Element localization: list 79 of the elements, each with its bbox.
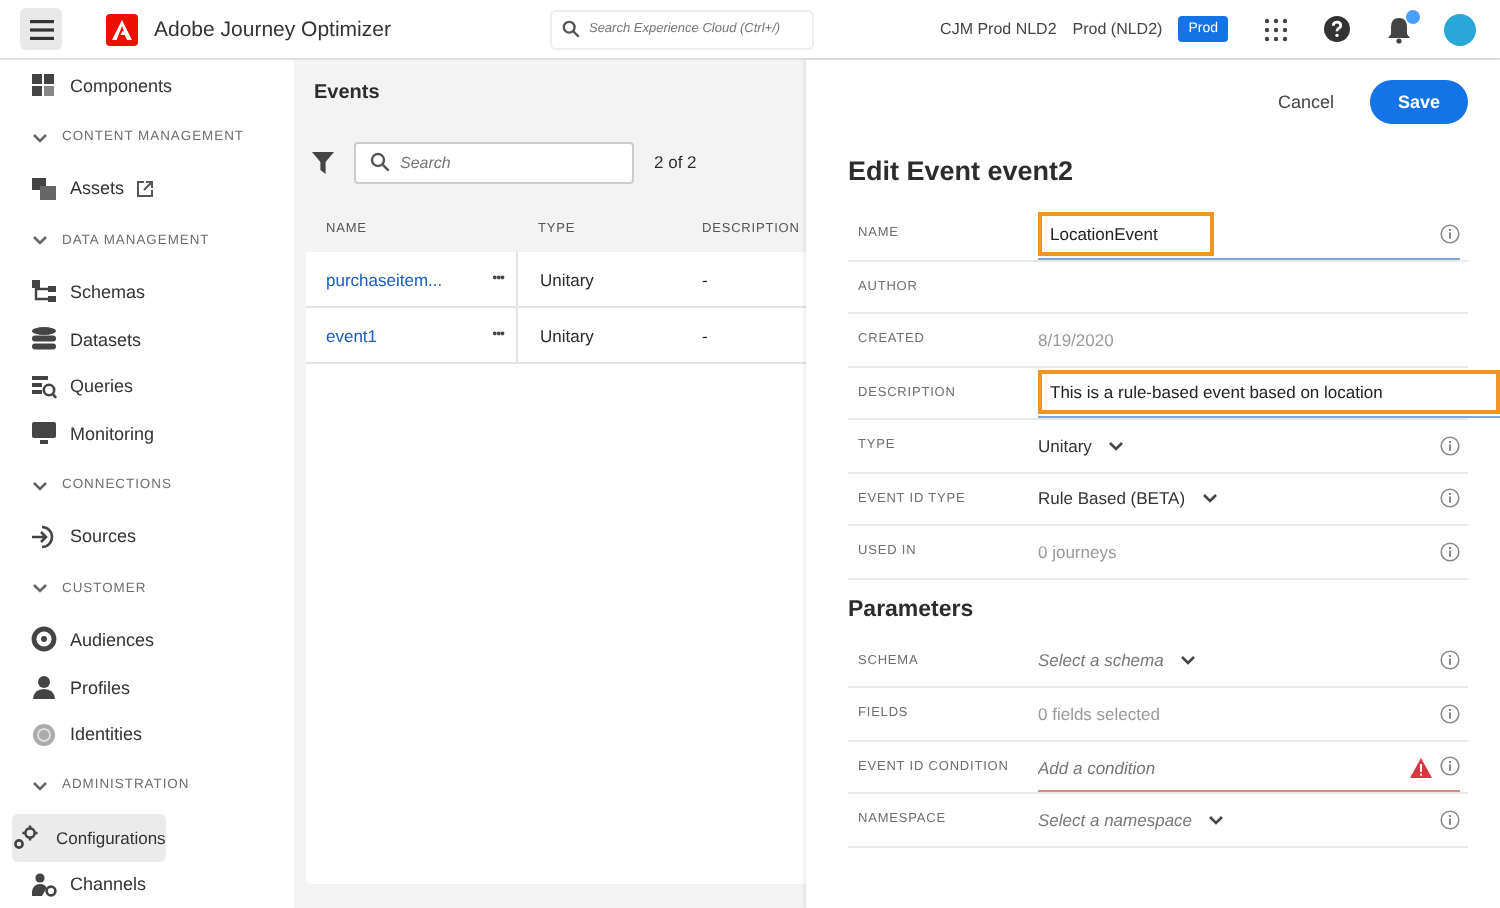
save-button[interactable]: Save [1369, 80, 1468, 124]
highlight-frame[interactable]: LocationEvent [1038, 211, 1214, 256]
nav-item[interactable]: Schemas [12, 268, 278, 316]
tree-icon [30, 278, 58, 305]
field-value: 8/19/2020 [1038, 329, 1114, 350]
chevron-icon [32, 479, 48, 492]
highlight-frame[interactable]: This is a rule-based event based on location [1038, 370, 1500, 415]
globe-icon [30, 721, 58, 748]
info-icon[interactable] [1440, 703, 1460, 724]
info-icon[interactable] [1440, 650, 1460, 671]
nav-item[interactable]: Configurations [12, 813, 166, 862]
circle-icon [30, 626, 58, 653]
nav-item[interactable]: Components [12, 62, 278, 110]
chevron-icon [32, 582, 48, 595]
nav-item[interactable]: Identities [12, 710, 278, 758]
result-count: 2 of 2 [654, 152, 697, 172]
apps-grid-icon[interactable] [1264, 17, 1288, 41]
database-icon [30, 326, 58, 353]
arrow-in-icon [30, 523, 58, 550]
warning-icon [1410, 757, 1432, 777]
table-cell-text: - [700, 325, 710, 345]
chevron-icon [32, 779, 48, 792]
images-icon [30, 175, 58, 202]
logo-icon [106, 13, 138, 45]
nav-item[interactable]: Audiences [12, 616, 278, 664]
nav-item[interactable]: Channels [12, 861, 278, 908]
nav-item[interactable]: Assets [12, 165, 278, 213]
cancel-button[interactable]: Cancel [1277, 92, 1334, 112]
table-cell-text: - [700, 269, 710, 289]
editor-title: Edit Event event2 [848, 156, 1076, 190]
info-icon[interactable] [1440, 756, 1460, 777]
event-link[interactable]: event1 [326, 325, 378, 345]
search-icon [562, 20, 581, 38]
dropdown[interactable]: Rule Based (BETA) [1038, 488, 1218, 509]
info-icon[interactable] [1440, 488, 1460, 509]
field-value: 0 journeys [1038, 541, 1117, 562]
info-icon[interactable] [1440, 809, 1460, 830]
event-link[interactable]: purchaseitem... [326, 269, 443, 289]
text-field[interactable]: This is a rule-based event based on location [1050, 382, 1488, 403]
org-name[interactable]: CJM Prod NLD2 [940, 20, 1057, 38]
dropdown[interactable]: Select a namespace [1038, 809, 1225, 830]
panel-title: Events [312, 80, 382, 108]
nav-item[interactable]: Queries [12, 362, 278, 410]
avatar[interactable] [1444, 13, 1476, 45]
menu-icon [29, 19, 53, 39]
sandbox-name[interactable]: Prod (NLD2) [1072, 20, 1163, 38]
person-gear-icon [30, 871, 58, 898]
nav-item[interactable]: Profiles [12, 663, 278, 711]
nav-item[interactable]: Sources [12, 513, 278, 561]
dropdown[interactable]: Unitary [1038, 435, 1124, 456]
filter-icon[interactable] [312, 151, 334, 173]
text-field[interactable]: LocationEvent [1050, 223, 1202, 244]
dropdown[interactable]: Select a schema [1038, 650, 1196, 671]
menu-button[interactable] [20, 8, 62, 50]
info-icon[interactable] [1440, 435, 1460, 456]
search-icon [370, 152, 390, 172]
info-icon[interactable] [1440, 541, 1460, 562]
table-cell: Unitary [516, 308, 686, 362]
chevron-icon [32, 234, 48, 247]
chevron-icon [1208, 813, 1225, 826]
section-title: Parameters [848, 597, 976, 625]
bell-icon[interactable] [1386, 15, 1412, 43]
table-cell: Unitary [516, 252, 686, 306]
search-box[interactable]: Search [354, 141, 634, 183]
chevron-icon [1179, 654, 1196, 667]
chevron-icon [1201, 492, 1218, 505]
grid-icon [30, 72, 58, 99]
nav-item[interactable]: Datasets [12, 315, 278, 363]
help-icon[interactable] [1324, 16, 1350, 42]
app-title: Adobe Journey Optimizer [154, 17, 391, 41]
monitor-icon [30, 420, 58, 447]
info-icon[interactable] [1440, 223, 1460, 244]
field-value: 0 fields selected [1038, 703, 1160, 724]
person-icon [30, 674, 58, 701]
chevron-icon [32, 131, 48, 144]
gear-icon [12, 824, 40, 851]
nav-item[interactable]: Monitoring [12, 409, 278, 458]
chevron-icon [1107, 439, 1124, 452]
database-search-icon [30, 373, 58, 400]
